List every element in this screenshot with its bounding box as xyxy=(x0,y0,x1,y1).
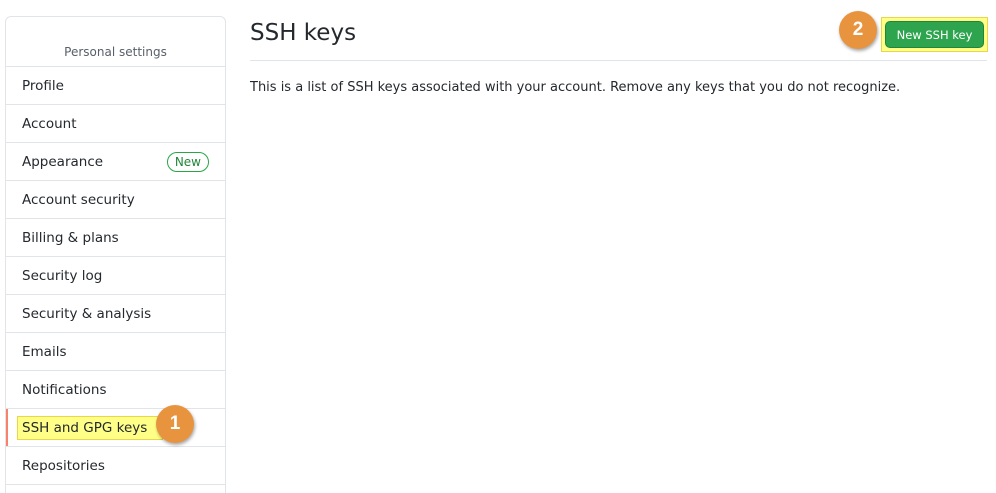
step-2-marker: 2 xyxy=(839,11,877,49)
sidebar-item-notifications[interactable]: Notifications xyxy=(6,371,225,409)
sidebar-item-label: Security & analysis xyxy=(22,305,152,322)
new-badge: New xyxy=(166,152,209,172)
page-title: SSH keys xyxy=(250,20,357,46)
sidebar-item-security-analysis[interactable]: Security & analysis xyxy=(6,295,225,333)
sidebar-item-label: Notifications xyxy=(22,381,107,398)
sidebar-item-emails[interactable]: Emails xyxy=(6,333,225,371)
sidebar-item-repositories[interactable]: Repositories xyxy=(6,447,225,485)
sidebar-item-label: Account security xyxy=(22,191,135,208)
sidebar-item-billing-plans[interactable]: Billing & plans xyxy=(6,219,225,257)
sidebar-item-label: Appearance xyxy=(22,153,104,170)
sidebar-item-appearance[interactable]: Appearance New xyxy=(6,143,225,181)
sidebar-item-label: Account xyxy=(22,115,77,132)
new-ssh-key-button[interactable]: New SSH key xyxy=(885,21,984,48)
highlighted-label-box: SSH and GPG keys xyxy=(17,415,164,440)
step-1-marker: 1 xyxy=(156,405,194,443)
sidebar-item-label: Profile xyxy=(22,77,64,94)
page-description: This is a list of SSH keys associated wi… xyxy=(250,80,901,95)
settings-page: Personal settings Profile Account Appear… xyxy=(0,0,996,493)
sidebar-item-label: Security log xyxy=(22,267,103,284)
sidebar-item-label: SSH and GPG keys xyxy=(22,419,148,436)
sidebar-item-account-security[interactable]: Account security xyxy=(6,181,225,219)
sidebar-item-account[interactable]: Account xyxy=(6,105,225,143)
sidebar-item-label: Repositories xyxy=(22,457,105,474)
new-key-highlight: New SSH key xyxy=(881,17,988,52)
sidebar-header: Personal settings xyxy=(6,17,225,67)
sidebar-item-profile[interactable]: Profile xyxy=(6,67,225,105)
sidebar-item-label: Billing & plans xyxy=(22,229,119,246)
sidebar-item-security-log[interactable]: Security log xyxy=(6,257,225,295)
sidebar-item-label: Emails xyxy=(22,343,67,360)
title-divider xyxy=(250,60,987,61)
